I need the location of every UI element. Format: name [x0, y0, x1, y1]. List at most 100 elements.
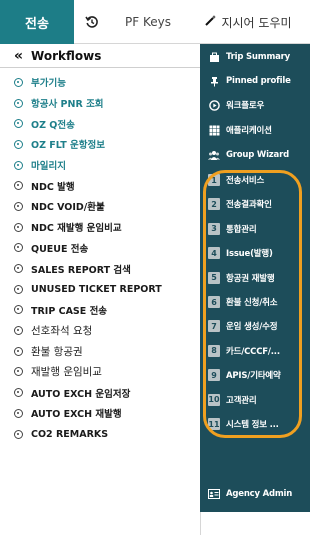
radio-bullet-icon — [14, 201, 23, 211]
pin-icon — [208, 75, 220, 87]
radio-bullet-icon — [14, 346, 23, 356]
workflow-item[interactable]: NDC VOID/환불 — [0, 196, 200, 217]
workflow-item[interactable]: CO2 REMARKS — [0, 424, 200, 445]
workflow-list: 부가기능항공사 PNR 조회 OZ Q전송 OZ FLT 운항정보 마일리지 NDC 발… — [0, 68, 200, 444]
workflow-item[interactable]: NDC 발행 — [0, 175, 200, 196]
number-badge: 8 — [208, 344, 220, 357]
workflow-item[interactable]: OZ Q전송 — [0, 113, 200, 134]
workflow-item[interactable]: 환불 항공권 — [0, 341, 200, 362]
radio-bullet-icon — [14, 264, 23, 274]
radio-bullet-icon — [14, 98, 23, 108]
sidebar-item-label: APIS/기타예약 — [226, 371, 281, 382]
tab-command-helper[interactable]: 지시어 도우미 — [190, 0, 306, 44]
sidebar-item-label: 워크플로우 — [226, 101, 265, 111]
workflow-item[interactable]: AUTO EXCH 운임저장 — [0, 382, 200, 403]
number-badge: 11 — [208, 418, 220, 430]
tab-pf-keys[interactable]: PF Keys — [112, 0, 184, 44]
workflow-item[interactable]: 마일리지 — [0, 155, 200, 176]
workflow-item[interactable]: UNUSED TICKET REPORT — [0, 279, 200, 300]
sidebar-item[interactable]: Trip Summary — [200, 45, 300, 69]
play-circle-icon — [208, 99, 220, 111]
workflow-item[interactable]: OZ FLT 운항정보 — [0, 134, 200, 155]
sidebar-item-label: 전송결과확인 — [226, 200, 272, 211]
sidebar-numbered-item[interactable]: 8 카드/CCCF/... — [200, 339, 300, 363]
sidebar-item-label: 애플리케이션 — [226, 126, 272, 136]
sidebar-item-label: Group Wizard — [226, 150, 289, 160]
wand-icon — [204, 14, 217, 30]
number-badge: 6 — [208, 296, 220, 308]
workflows-title: Workflows — [31, 48, 102, 63]
workflow-item[interactable]: 재발행 운임비교 — [0, 362, 200, 383]
sidebar-item-label: 전송서비스 — [226, 176, 265, 186]
tab-help-label: 지시어 도우미 — [221, 15, 292, 30]
number-badge: 4 — [208, 247, 220, 260]
workflow-item-label: 재발행 운임비교 — [31, 366, 102, 379]
workflow-item-label: OZ Q전송 — [31, 119, 75, 131]
number-badge: 1 — [208, 174, 220, 186]
sidebar-item-label: 환불 신청/취소 — [226, 298, 278, 308]
sidebar-item-label: Pinned profile — [226, 76, 291, 86]
sidebar-numbered-item[interactable]: 9 APIS/기타예약 — [200, 363, 300, 387]
sidebar-item[interactable]: Pinned profile — [200, 69, 300, 93]
radio-bullet-icon — [14, 77, 23, 87]
sidebar-numbered-item[interactable]: 6 환불 신청/취소 — [200, 290, 300, 314]
workflow-item-label: NDC VOID/환불 — [31, 202, 105, 214]
radio-bullet-icon — [14, 139, 23, 149]
sidebar-numbered-item[interactable]: 5 항공권 재발행 — [200, 266, 300, 290]
sidebar-item[interactable]: Group Wizard — [200, 143, 300, 167]
number-badge: 5 — [208, 271, 220, 284]
workflow-item-label: 부가기능 — [31, 78, 66, 90]
workflow-item-label: NDC 재발행 운임비교 — [31, 223, 122, 235]
sidebar-numbered-item[interactable]: 10 고객관리 — [200, 388, 300, 412]
workflow-item[interactable]: AUTO EXCH 재발행 — [0, 403, 200, 424]
radio-bullet-icon — [14, 222, 23, 232]
radio-bullet-icon — [14, 388, 23, 398]
radio-bullet-icon — [14, 119, 23, 129]
sidebar-footer — [200, 512, 310, 535]
sidebar-item-agency-admin[interactable]: Agency Admin — [200, 482, 300, 506]
sidebar-item-label: Agency Admin — [226, 489, 293, 499]
workflow-item[interactable]: TRIP CASE 전송 — [0, 300, 200, 321]
workflow-item[interactable]: 선호좌석 요청 — [0, 320, 200, 341]
workflow-item-label: 선호좌석 요청 — [31, 325, 93, 338]
admin-icon — [208, 488, 220, 500]
workflow-item[interactable]: 항공사 PNR 조회 — [0, 93, 200, 114]
briefcase-icon — [208, 51, 220, 63]
sidebar-item[interactable]: 워크플로우 — [200, 93, 300, 117]
workflow-item[interactable]: NDC 재발행 운임비교 — [0, 217, 200, 238]
history-icon[interactable] — [74, 0, 110, 44]
sidebar-numbered-item[interactable]: 3 통합관리 — [200, 217, 300, 241]
sidebar-item[interactable]: 애플리케이션 — [200, 118, 300, 142]
workflow-item-label: UNUSED TICKET REPORT — [31, 283, 162, 295]
grid-icon — [208, 124, 220, 136]
workflow-item-label: 항공사 PNR 조회 — [31, 99, 104, 111]
sidebar-item-label: 고객관리 — [226, 395, 257, 406]
sidebar-numbered-item[interactable]: 1 전송서비스 — [200, 168, 300, 192]
radio-bullet-icon — [14, 326, 23, 336]
workflow-item-label: AUTO EXCH 재발행 — [31, 409, 122, 421]
radio-bullet-icon — [14, 284, 23, 294]
radio-bullet-icon — [14, 429, 23, 439]
workflow-item-label: SALES REPORT 검색 — [31, 264, 131, 276]
sidebar-numbered-item[interactable]: 2 전송결과확인 — [200, 192, 300, 216]
sidebar-numbered-item[interactable]: 7 운임 생성/수정 — [200, 314, 300, 338]
radio-bullet-icon — [14, 181, 23, 191]
workflow-item-label: 환불 항공권 — [31, 345, 83, 358]
workflow-item-label: TRIP CASE 전송 — [31, 305, 108, 317]
radio-bullet-icon — [14, 367, 23, 377]
number-badge: 3 — [208, 222, 220, 235]
collapse-icon[interactable]: « — [14, 48, 23, 64]
workflows-header: « Workflows — [0, 44, 200, 68]
workflow-item[interactable]: SALES REPORT 검색 — [0, 258, 200, 279]
workflows-panel: « Workflows 부가기능항공사 PNR 조회 OZ Q전송 OZ FLT 운… — [0, 44, 200, 535]
workflow-item[interactable]: 부가기능 — [0, 72, 200, 93]
tab-send[interactable]: 전송 — [0, 0, 74, 44]
number-badge: 9 — [208, 369, 220, 382]
sidebar-item-label: 항공권 재발행 — [226, 273, 275, 284]
workflow-item[interactable]: QUEUE 전송 — [0, 238, 200, 259]
top-tab-bar: 전송 PF Keys 지시어 도우미 — [0, 0, 310, 44]
number-badge: 7 — [208, 320, 220, 333]
sidebar-numbered-item[interactable]: 11 시스템 정보 ... — [200, 412, 300, 436]
sidebar-numbered-item[interactable]: 4 Issue(발행) — [200, 241, 300, 265]
workflow-item-label: CO2 REMARKS — [31, 428, 109, 440]
